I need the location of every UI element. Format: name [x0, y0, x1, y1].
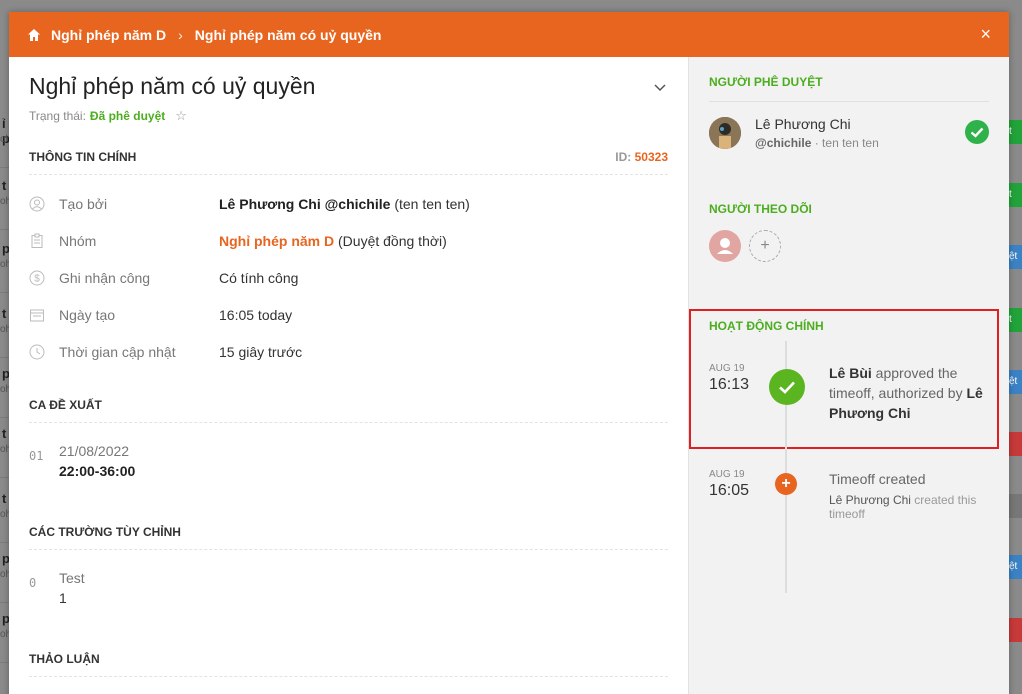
activity-month: AUG 19 — [709, 469, 745, 480]
section-title: CÁC TRƯỜNG TÙY CHỈNH — [29, 525, 181, 539]
approved-check-icon — [769, 369, 805, 405]
custom-fields-header: CÁC TRƯỜNG TÙY CHỈNH — [29, 525, 668, 550]
section-title: THÔNG TIN CHÍNH — [29, 150, 137, 164]
creator-note: (ten ten ten) — [390, 195, 470, 212]
section-title: THẢO LUẬN — [29, 652, 100, 666]
followers-list: + — [709, 230, 989, 262]
custom-field-name: Test — [59, 570, 85, 586]
activity-time: 16:13 — [709, 376, 750, 393]
custom-field-value: 1 — [59, 590, 67, 606]
breadcrumb-separator-icon: › — [178, 26, 183, 43]
shifts-header: CA ĐỀ XUẤT — [29, 398, 668, 423]
status-badge: Đã phê duyệt — [89, 109, 166, 123]
clipboard-icon — [29, 233, 45, 249]
plus-icon: + — [760, 237, 770, 254]
id-value: 50323 — [634, 150, 668, 164]
activity-item: AUG 19 16:05 + Timeoff created Lê Phương… — [709, 469, 976, 521]
approver-name[interactable]: Lê Phương Chi — [755, 116, 879, 132]
info-row-group: Nhóm Nghỉ phép năm D (Duyệt đồng thời) — [29, 222, 668, 259]
shift-time: 22:00-36:00 — [59, 463, 136, 479]
status-line: Trạng thái: Đã phê duyệt ☆ — [29, 108, 668, 124]
shift-index: 01 — [29, 449, 44, 463]
calendar-icon — [29, 307, 45, 323]
payroll-value: Có tính công — [219, 269, 299, 286]
custom-field-item: 0 Test 1 — [29, 570, 668, 606]
approver-note: · ten ten ten — [811, 136, 879, 150]
id-label: ID: — [615, 150, 632, 164]
created-value: 16:05 today — [219, 306, 293, 323]
user-icon — [29, 196, 45, 212]
shift-date: 21/08/2022 — [59, 443, 130, 459]
activity-title: HOẠT ĐỘNG CHÍNH — [709, 319, 824, 333]
close-button[interactable]: × — [980, 24, 991, 45]
status-label: Trạng thái: — [29, 109, 86, 123]
modal-header: Nghỉ phép năm D › Nghỉ phép năm có uỷ qu… — [9, 12, 1009, 57]
activity-text: Timeoff created — [829, 471, 926, 487]
sidebar-panel: NGƯỜI PHÊ DUYỆT Lê Phương Chi @chichile … — [688, 57, 1009, 694]
chevron-down-icon[interactable] — [654, 79, 666, 92]
timeoff-detail-modal: Nghỉ phép năm D › Nghỉ phép năm có uỷ qu… — [9, 12, 1009, 694]
activity-month: AUG 19 — [709, 363, 745, 374]
info-row-payroll: $ Ghi nhận công Có tính công — [29, 259, 668, 296]
home-icon[interactable] — [27, 28, 41, 42]
info-label: Tạo bởi — [59, 195, 108, 212]
main-info-list: Tạo bởi Lê Phương Chi @chichile (ten ten… — [29, 185, 668, 370]
star-icon[interactable]: ☆ — [175, 108, 187, 124]
updated-value: 15 giây trước — [219, 343, 303, 360]
follower-avatar[interactable] — [709, 230, 741, 262]
add-follower-button[interactable]: + — [749, 230, 781, 262]
approvers-title: NGƯỜI PHÊ DUYỆT — [709, 75, 989, 102]
plus-circle-icon: + — [775, 473, 797, 495]
activity-item: AUG 19 16:13 Lê Bùi approved the timeoff… — [709, 363, 983, 421]
approver-handle: @chichile — [755, 136, 812, 150]
activity-sub-name[interactable]: Lê Phương Chi — [829, 493, 911, 507]
group-link[interactable]: Nghỉ phép năm D — [219, 233, 334, 249]
breadcrumb-parent[interactable]: Nghỉ phép năm D — [51, 27, 166, 43]
info-row-updated: Thời gian cập nhật 15 giây trước — [29, 333, 668, 370]
approved-check-icon — [965, 120, 989, 144]
info-row-creator: Tạo bởi Lê Phương Chi @chichile (ten ten… — [29, 185, 668, 222]
dollar-icon: $ — [29, 270, 45, 286]
followers-title: NGƯỜI THEO DÕI — [709, 202, 812, 216]
approver-item: Lê Phương Chi @chichile · ten ten ten — [709, 116, 989, 150]
discussion-header: THẢO LUẬN — [29, 652, 668, 677]
breadcrumb-current: Nghỉ phép năm có uỷ quyền — [194, 26, 382, 43]
group-note: (Duyệt đồng thời) — [334, 232, 447, 249]
shift-item: 01 21/08/2022 22:00-36:00 — [29, 443, 668, 479]
section-title: CA ĐỀ XUẤT — [29, 398, 102, 412]
activity-time: 16:05 — [709, 482, 750, 499]
info-label: Nhóm — [59, 232, 97, 249]
page-title: Nghỉ phép năm có uỷ quyền — [29, 73, 316, 99]
main-info-header: THÔNG TIN CHÍNH ID: 50323 — [29, 150, 668, 175]
svg-text:$: $ — [34, 273, 40, 284]
request-main-panel: Nghỉ phép năm có uỷ quyền Trạng thái: Đã… — [9, 57, 688, 694]
activity-actor[interactable]: Lê Bùi — [829, 365, 872, 381]
info-label: Ngày tạo — [59, 306, 116, 323]
info-label: Ghi nhận công — [59, 269, 151, 286]
creator-name[interactable]: Lê Phương Chi @chichile — [219, 196, 390, 212]
info-label: Thời gian cập nhật — [59, 343, 176, 360]
info-row-created: Ngày tạo 16:05 today — [29, 296, 668, 333]
clock-icon — [29, 344, 45, 360]
avatar[interactable] — [709, 117, 741, 149]
custom-field-index: 0 — [29, 576, 37, 590]
